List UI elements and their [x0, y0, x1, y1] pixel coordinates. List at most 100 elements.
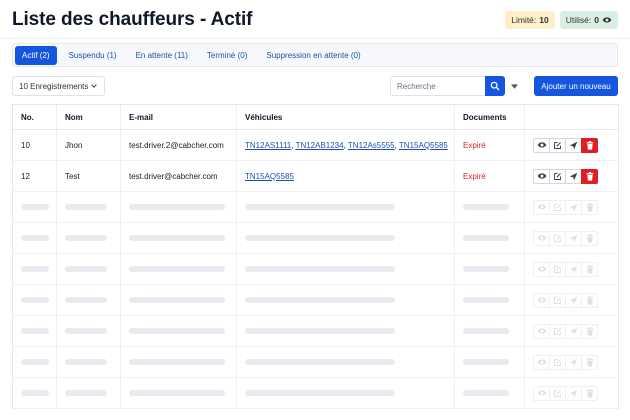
- view-button[interactable]: [533, 292, 550, 308]
- chevron-down-icon: [91, 84, 97, 88]
- edit-button[interactable]: [549, 168, 566, 184]
- placeholder-row: [12, 253, 619, 285]
- send-button[interactable]: [565, 292, 582, 308]
- view-button[interactable]: [533, 354, 550, 370]
- delete-button[interactable]: [581, 230, 598, 246]
- row-actions: [524, 284, 619, 316]
- placeholder-cell: [120, 222, 237, 254]
- skeleton-bar: [129, 266, 225, 273]
- edit-button[interactable]: [549, 261, 566, 277]
- vehicle-link[interactable]: TN15AQ5585: [245, 172, 294, 181]
- skeleton-bar: [129, 359, 225, 366]
- view-button[interactable]: [533, 168, 550, 184]
- edit-button[interactable]: [549, 137, 566, 153]
- placeholder-cell: [56, 222, 121, 254]
- send-button[interactable]: [565, 199, 582, 215]
- vehicle-link[interactable]: TN12AS1111: [245, 141, 291, 150]
- col-header-email: E-mail: [120, 104, 237, 130]
- records-per-page-select[interactable]: 10 Enregistrements: [12, 76, 105, 96]
- placeholder-row: [12, 284, 619, 316]
- col-header-nom: Nom: [56, 104, 121, 130]
- skeleton-bar: [65, 359, 107, 366]
- status-tabs: Actif (2) Suspendu (1) En attente (11) T…: [12, 43, 618, 67]
- tab-actif[interactable]: Actif (2): [15, 45, 57, 65]
- send-icon: [569, 327, 578, 335]
- send-icon: [569, 296, 578, 304]
- edit-icon: [554, 234, 561, 242]
- vehicle-link[interactable]: TN12As5555: [348, 141, 395, 150]
- row-actions: [524, 315, 619, 347]
- search-input[interactable]: [390, 76, 485, 96]
- view-button[interactable]: [533, 137, 550, 153]
- view-button[interactable]: [533, 261, 550, 277]
- row-documents-status: Expiré: [454, 160, 525, 192]
- send-button[interactable]: [565, 261, 582, 277]
- edit-button[interactable]: [549, 354, 566, 370]
- tab-suspendu[interactable]: Suspendu (1): [62, 46, 124, 65]
- delete-button[interactable]: [581, 323, 598, 339]
- quota-badges: Limité: 10 Utilisé: 0: [505, 11, 618, 29]
- records-select-value: 10 Enregistrements: [19, 81, 89, 91]
- vehicle-link[interactable]: TN15AQ5585: [399, 141, 448, 150]
- view-button[interactable]: [533, 323, 550, 339]
- add-new-button[interactable]: Ajouter un nouveau: [534, 76, 618, 96]
- send-button[interactable]: [565, 168, 582, 184]
- row-actions: [524, 191, 619, 223]
- skeleton-bar: [65, 328, 107, 335]
- placeholder-cell: [454, 284, 525, 316]
- eye-icon: [537, 390, 546, 396]
- tab-en-attente[interactable]: En attente (11): [129, 46, 195, 65]
- placeholder-cell: [120, 191, 237, 223]
- placeholder-row: [12, 191, 619, 223]
- edit-button[interactable]: [549, 292, 566, 308]
- edit-button[interactable]: [549, 199, 566, 215]
- delete-button[interactable]: [581, 137, 598, 153]
- send-button[interactable]: [565, 137, 582, 153]
- edit-button[interactable]: [549, 385, 566, 401]
- trash-icon: [586, 140, 593, 150]
- edit-button[interactable]: [549, 230, 566, 246]
- view-button[interactable]: [533, 385, 550, 401]
- skeleton-bar: [463, 204, 509, 211]
- skeleton-bar: [463, 235, 509, 242]
- skeleton-bar: [463, 390, 509, 397]
- delete-button[interactable]: [581, 354, 598, 370]
- tab-termine[interactable]: Terminé (0): [200, 46, 254, 65]
- send-button[interactable]: [565, 230, 582, 246]
- skeleton-bar: [21, 204, 49, 211]
- placeholder-cell: [454, 346, 525, 378]
- send-icon: [569, 172, 578, 180]
- trash-icon: [586, 295, 593, 305]
- view-button[interactable]: [533, 230, 550, 246]
- placeholder-cell: [56, 315, 121, 347]
- edit-button[interactable]: [549, 323, 566, 339]
- delete-button[interactable]: [581, 168, 598, 184]
- send-button[interactable]: [565, 323, 582, 339]
- skeleton-bar: [245, 297, 395, 304]
- view-button[interactable]: [533, 199, 550, 215]
- vehicle-link[interactable]: TN12AB1234: [296, 141, 344, 150]
- col-header-vehicules: Véhicules: [236, 104, 455, 130]
- edit-icon: [554, 389, 561, 397]
- edit-icon: [554, 203, 561, 211]
- send-button[interactable]: [565, 385, 582, 401]
- row-no: 10: [12, 129, 57, 161]
- edit-icon: [554, 265, 561, 273]
- delete-button[interactable]: [581, 261, 598, 277]
- skeleton-bar: [463, 328, 509, 335]
- placeholder-cell: [236, 253, 455, 285]
- placeholder-cell: [12, 315, 57, 347]
- limit-badge: Limité: 10: [505, 11, 555, 29]
- row-name: Jhon: [56, 129, 121, 161]
- send-icon: [569, 358, 578, 366]
- search-options-dropdown[interactable]: [505, 76, 523, 96]
- delete-button[interactable]: [581, 199, 598, 215]
- send-button[interactable]: [565, 354, 582, 370]
- delete-button[interactable]: [581, 385, 598, 401]
- skeleton-bar: [21, 359, 49, 366]
- used-label: Utilisé:: [565, 15, 592, 25]
- eye-icon: [537, 266, 546, 272]
- search-button[interactable]: [485, 76, 505, 96]
- delete-button[interactable]: [581, 292, 598, 308]
- tab-suppression-en-attente[interactable]: Suppression en attente (0): [259, 46, 367, 65]
